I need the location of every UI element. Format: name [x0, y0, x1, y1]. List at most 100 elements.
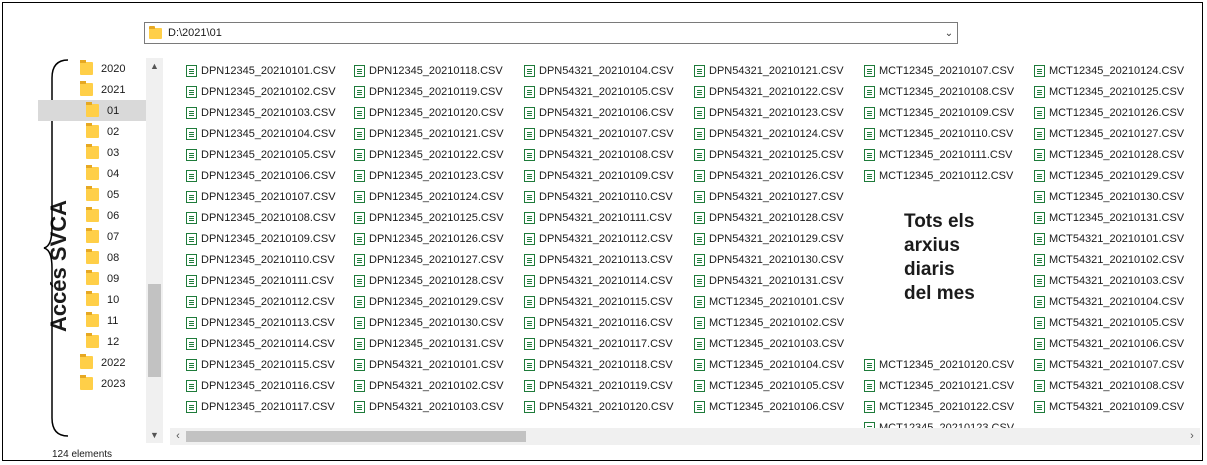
tree-item-01[interactable]: 01: [38, 100, 146, 121]
file-item[interactable]: DPN54321_20210115.CSV: [524, 291, 673, 312]
file-item[interactable]: DPN12345_20210107.CSV: [186, 186, 336, 207]
tree-item-2022[interactable]: 2022: [38, 352, 146, 373]
file-item[interactable]: MCT12345_20210105.CSV: [694, 375, 844, 396]
file-item[interactable]: MCT54321_20210105.CSV: [1034, 312, 1184, 333]
file-item[interactable]: DPN54321_20210117.CSV: [524, 333, 673, 354]
tree-item-05[interactable]: 05: [38, 184, 146, 205]
file-item[interactable]: MCT12345_20210125.CSV: [1034, 81, 1184, 102]
file-item[interactable]: DPN54321_20210121.CSV: [694, 60, 844, 81]
tree-item-09[interactable]: 09: [38, 268, 146, 289]
file-item[interactable]: DPN54321_20210118.CSV: [524, 354, 673, 375]
file-item[interactable]: DPN54321_20210114.CSV: [524, 270, 673, 291]
scroll-right-icon[interactable]: ›: [1184, 428, 1200, 445]
file-item[interactable]: DPN54321_20210105.CSV: [524, 81, 674, 102]
file-item[interactable]: DPN54321_20210106.CSV: [524, 102, 674, 123]
file-item[interactable]: DPN12345_20210115.CSV: [186, 354, 335, 375]
file-item[interactable]: DPN54321_20210112.CSV: [524, 228, 673, 249]
file-item[interactable]: DPN12345_20210130.CSV: [354, 312, 504, 333]
file-item[interactable]: DPN12345_20210131.CSV: [354, 333, 504, 354]
scroll-left-icon[interactable]: ‹: [170, 428, 186, 445]
file-item[interactable]: DPN54321_20210104.CSV: [524, 60, 674, 81]
tree-scrollbar[interactable]: ▲ ▼: [146, 58, 163, 443]
file-item[interactable]: DPN54321_20210130.CSV: [694, 249, 844, 270]
file-item[interactable]: DPN12345_20210129.CSV: [354, 291, 504, 312]
file-item[interactable]: DPN12345_20210122.CSV: [354, 144, 504, 165]
file-item[interactable]: DPN12345_20210120.CSV: [354, 102, 504, 123]
file-item[interactable]: DPN12345_20210108.CSV: [186, 207, 336, 228]
file-item[interactable]: DPN54321_20210129.CSV: [694, 228, 844, 249]
file-item[interactable]: DPN12345_20210102.CSV: [186, 81, 336, 102]
file-item[interactable]: MCT12345_20210106.CSV: [694, 396, 844, 417]
file-item[interactable]: DPN12345_20210128.CSV: [354, 270, 504, 291]
scrollbar-thumb[interactable]: [148, 284, 161, 377]
file-item[interactable]: DPN54321_20210113.CSV: [524, 249, 673, 270]
file-item[interactable]: DPN12345_20210109.CSV: [186, 228, 336, 249]
file-item[interactable]: DPN12345_20210114.CSV: [186, 333, 335, 354]
file-item[interactable]: DPN54321_20210108.CSV: [524, 144, 674, 165]
file-item[interactable]: MCT12345_20210109.CSV: [864, 102, 1014, 123]
file-item[interactable]: DPN54321_20210109.CSV: [524, 165, 674, 186]
tree-item-10[interactable]: 10: [38, 289, 146, 310]
file-item[interactable]: MCT54321_20210102.CSV: [1034, 249, 1184, 270]
tree-item-11[interactable]: 11: [38, 310, 146, 331]
file-item[interactable]: MCT12345_20210101.CSV: [694, 291, 844, 312]
file-item[interactable]: MCT12345_20210111.CSV: [864, 144, 1013, 165]
file-item[interactable]: DPN54321_20210126.CSV: [694, 165, 844, 186]
file-item[interactable]: MCT12345_20210107.CSV: [864, 60, 1014, 81]
file-item[interactable]: DPN12345_20210119.CSV: [354, 81, 503, 102]
file-item[interactable]: DPN12345_20210105.CSV: [186, 144, 336, 165]
file-item[interactable]: MCT12345_20210110.CSV: [864, 123, 1013, 144]
file-item[interactable]: DPN54321_20210119.CSV: [524, 375, 673, 396]
address-path[interactable]: D:\2021\01: [168, 27, 941, 39]
file-item[interactable]: MCT12345_20210104.CSV: [694, 354, 844, 375]
file-item[interactable]: MCT54321_20210103.CSV: [1034, 270, 1184, 291]
file-item[interactable]: MCT12345_20210112.CSV: [864, 165, 1013, 186]
file-item[interactable]: MCT12345_20210103.CSV: [694, 333, 844, 354]
file-item[interactable]: MCT12345_20210121.CSV: [864, 375, 1014, 396]
tree-item-02[interactable]: 02: [38, 121, 146, 142]
scrollbar-thumb[interactable]: [186, 431, 526, 442]
file-item[interactable]: DPN12345_20210110.CSV: [186, 249, 335, 270]
file-item[interactable]: DPN12345_20210106.CSV: [186, 165, 336, 186]
file-item[interactable]: MCT54321_20210101.CSV: [1034, 228, 1184, 249]
file-item[interactable]: DPN12345_20210126.CSV: [354, 228, 504, 249]
file-item[interactable]: DPN12345_20210127.CSV: [354, 249, 504, 270]
file-item[interactable]: DPN12345_20210123.CSV: [354, 165, 504, 186]
file-item[interactable]: MCT12345_20210131.CSV: [1034, 207, 1184, 228]
file-item[interactable]: DPN54321_20210103.CSV: [354, 396, 504, 417]
file-item[interactable]: DPN54321_20210101.CSV: [354, 354, 504, 375]
file-item[interactable]: DPN12345_20210116.CSV: [186, 375, 335, 396]
file-item[interactable]: DPN54321_20210125.CSV: [694, 144, 844, 165]
file-item[interactable]: DPN54321_20210110.CSV: [524, 186, 673, 207]
tree-item-04[interactable]: 04: [38, 163, 146, 184]
file-item[interactable]: MCT12345_20210127.CSV: [1034, 123, 1184, 144]
file-item[interactable]: MCT54321_20210104.CSV: [1034, 291, 1184, 312]
file-item[interactable]: DPN54321_20210127.CSV: [694, 186, 844, 207]
file-item[interactable]: DPN54321_20210122.CSV: [694, 81, 844, 102]
file-item[interactable]: DPN54321_20210102.CSV: [354, 375, 504, 396]
tree-item-07[interactable]: 07: [38, 226, 146, 247]
file-item[interactable]: DPN12345_20210118.CSV: [354, 60, 503, 81]
file-item[interactable]: DPN12345_20210112.CSV: [186, 291, 335, 312]
scroll-down-icon[interactable]: ▼: [146, 427, 163, 443]
file-item[interactable]: DPN54321_20210124.CSV: [694, 123, 844, 144]
horizontal-scrollbar[interactable]: ‹ ›: [170, 428, 1200, 445]
file-item[interactable]: DPN54321_20210131.CSV: [694, 270, 844, 291]
tree-item-08[interactable]: 08: [38, 247, 146, 268]
file-item[interactable]: DPN12345_20210104.CSV: [186, 123, 336, 144]
tree-item-12[interactable]: 12: [38, 331, 146, 352]
file-item[interactable]: DPN12345_20210111.CSV: [186, 270, 334, 291]
file-item[interactable]: DPN12345_20210113.CSV: [186, 312, 335, 333]
file-item[interactable]: MCT12345_20210129.CSV: [1034, 165, 1184, 186]
file-item[interactable]: MCT12345_20210122.CSV: [864, 396, 1014, 417]
file-item[interactable]: DPN12345_20210117.CSV: [186, 396, 335, 417]
file-item[interactable]: MCT12345_20210108.CSV: [864, 81, 1014, 102]
file-item[interactable]: DPN12345_20210103.CSV: [186, 102, 336, 123]
file-item[interactable]: DPN54321_20210123.CSV: [694, 102, 844, 123]
tree-item-2021[interactable]: 2021: [38, 79, 146, 100]
file-item[interactable]: MCT12345_20210124.CSV: [1034, 60, 1184, 81]
tree-item-2023[interactable]: 2023: [38, 373, 146, 394]
chevron-down-icon[interactable]: ⌄: [941, 28, 957, 39]
tree-item-06[interactable]: 06: [38, 205, 146, 226]
tree-item-03[interactable]: 03: [38, 142, 146, 163]
